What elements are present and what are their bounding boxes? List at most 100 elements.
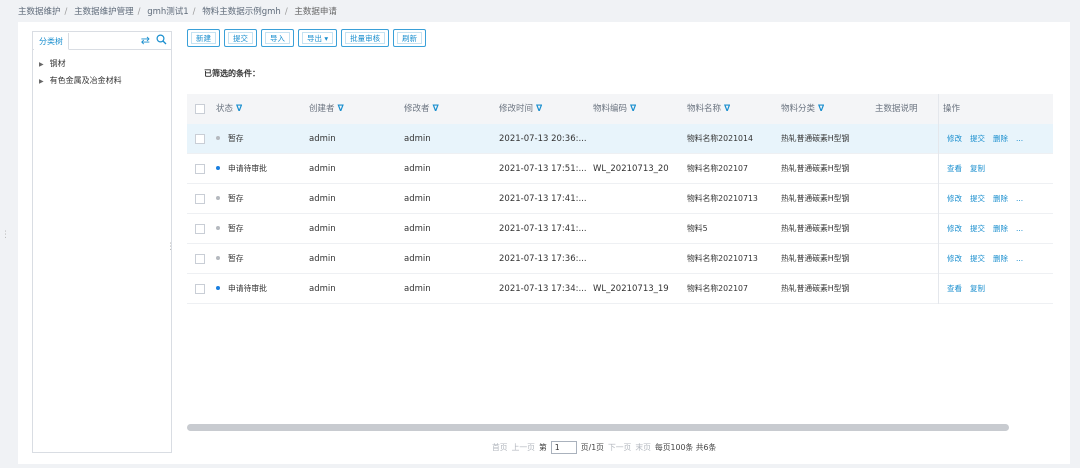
row-action-link[interactable]: 修改 — [947, 194, 962, 203]
caret-right-icon[interactable]: ▶ — [39, 61, 44, 68]
breadcrumb-item[interactable]: gmh测试1 — [147, 7, 188, 17]
row-checkbox[interactable] — [195, 254, 205, 264]
table-row[interactable]: 暂存 admin admin 2021-07-13 17:36:... 物料名称2021… — [187, 244, 1053, 274]
import-button-label: 导入 — [265, 32, 290, 44]
header-modifier[interactable]: 修改者 ∇ — [404, 94, 439, 124]
cell-status: 暂存 — [216, 244, 244, 274]
tree-tools: ⇄ — [141, 34, 167, 49]
new-button[interactable]: 新建 — [187, 29, 220, 47]
filter-icon[interactable]: ∇ — [338, 104, 344, 114]
cell-actions: 修改 提交 删除... — [947, 244, 1031, 274]
cell-creator: admin — [309, 164, 336, 174]
header-modified-time[interactable]: 修改时间 ∇ — [499, 94, 542, 124]
tree-node-nonferrous[interactable]: ▶ 有色金属及冶金材料 — [39, 75, 122, 86]
header-creator[interactable]: 创建者 ∇ — [309, 94, 344, 124]
row-action-link[interactable]: 查看 — [947, 284, 962, 293]
import-button[interactable]: 导入 — [261, 29, 294, 47]
table-row[interactable]: 暂存 admin admin 2021-07-13 17:41:... 物料5 热轧普通碳… — [187, 214, 1053, 244]
select-all-checkbox[interactable] — [195, 104, 205, 114]
cell-actions: 修改 提交 删除... — [947, 214, 1031, 244]
cell-actions: 修改 提交 删除... — [947, 184, 1031, 214]
prev-page-link[interactable]: 上一页 — [512, 442, 535, 453]
status-label: 暂存 — [228, 134, 244, 143]
horizontal-scrollbar[interactable] — [187, 424, 1009, 431]
swap-icon[interactable]: ⇄ — [141, 34, 150, 49]
filter-icon[interactable]: ∇ — [236, 104, 242, 114]
cell-actions: 查看 复制 — [947, 154, 993, 184]
table-row[interactable]: 申请待审批 admin admin 2021-07-13 17:34:... WL_20… — [187, 274, 1053, 304]
export-button[interactable]: 导出 ▾ — [298, 29, 338, 47]
row-action-link[interactable]: 修改 — [947, 254, 962, 263]
breadcrumb: 主数据维护 / 主数据维护管理 / gmh测试1/ 物料主数据示例gmh / 主数据申… — [18, 7, 337, 17]
tab-category-tree[interactable]: 分类树 — [34, 33, 69, 50]
breadcrumb-item[interactable]: 主数据维护管理 — [74, 7, 134, 17]
row-action-link[interactable]: ... — [1016, 134, 1023, 143]
table-row[interactable]: 暂存 admin admin 2021-07-13 17:41:... 物料名称2021… — [187, 184, 1053, 214]
row-action-link[interactable]: 提交 — [970, 134, 985, 143]
cell-actions: 查看 复制 — [947, 274, 993, 304]
cell-material-name: 物料名称202107 — [687, 164, 748, 173]
row-action-link[interactable]: 提交 — [970, 224, 985, 233]
submit-button[interactable]: 提交 — [224, 29, 257, 47]
header-label: 创建者 — [309, 104, 335, 114]
row-action-link[interactable]: 提交 — [970, 254, 985, 263]
resize-handle[interactable]: ⋮ — [166, 242, 175, 252]
breadcrumb-item[interactable]: 物料主数据示例gmh — [202, 7, 281, 17]
submit-button-label: 提交 — [228, 32, 253, 44]
row-action-link[interactable]: 删除 — [993, 194, 1008, 203]
row-action-link[interactable]: 删除 — [993, 224, 1008, 233]
cell-modified-time: 2021-07-13 20:36:... — [499, 134, 587, 144]
filter-icon[interactable]: ∇ — [536, 104, 542, 114]
page-suffix: 页/1页 — [580, 443, 604, 452]
filter-icon[interactable]: ∇ — [630, 104, 636, 114]
row-action-link[interactable]: 删除 — [993, 254, 1008, 263]
refresh-button[interactable]: 刷新 — [393, 29, 427, 47]
first-page-link[interactable]: 首页 — [492, 442, 508, 453]
page-number-input[interactable]: 1 — [550, 441, 577, 454]
row-checkbox[interactable] — [195, 224, 205, 234]
cell-creator: admin — [309, 254, 336, 264]
row-action-link[interactable]: 修改 — [947, 224, 962, 233]
row-action-link[interactable]: 复制 — [970, 164, 985, 173]
header-material-code[interactable]: 物料编码 ∇ — [593, 94, 636, 124]
last-page-link[interactable]: 末页 — [635, 442, 651, 453]
breadcrumb-item[interactable]: 主数据维护 — [18, 7, 61, 17]
row-action-link[interactable]: ... — [1016, 224, 1023, 233]
row-action-link[interactable]: 查看 — [947, 164, 962, 173]
header-status[interactable]: 状态 ∇ — [216, 94, 242, 124]
table-row[interactable]: 暂存 admin admin 2021-07-13 20:36:... 物料名称2021… — [187, 124, 1053, 154]
cell-material-name: 物料名称202107 — [687, 284, 748, 293]
row-action-link[interactable]: 复制 — [970, 284, 985, 293]
cell-status: 申请待审批 — [216, 154, 267, 184]
header-label: 修改时间 — [499, 104, 534, 114]
search-icon[interactable] — [156, 34, 167, 49]
main-panel: 分类树 ⇄ ▶ 钢材 ▶ 有色金属及冶金材料 ⋮ 新建 提交 导入 导出 ▾ 批量审… — [18, 22, 1070, 464]
status-dot-icon — [216, 226, 220, 230]
row-action-link[interactable]: ... — [1016, 194, 1023, 203]
header-label: 状态 — [216, 104, 234, 114]
row-action-link[interactable]: 提交 — [970, 194, 985, 203]
cell-material-category: 热轧普通碳素H型钢 — [781, 194, 850, 203]
filter-icon[interactable]: ∇ — [433, 104, 439, 114]
collapse-handle[interactable]: ⋮ — [1, 230, 10, 244]
batch-review-button[interactable]: 批量审核 — [341, 29, 390, 47]
row-checkbox[interactable] — [195, 284, 205, 294]
cell-modified-time: 2021-07-13 17:34:... — [499, 284, 587, 294]
filter-icon[interactable]: ∇ — [724, 104, 730, 114]
row-action-link[interactable]: 修改 — [947, 134, 962, 143]
tree-node-steel[interactable]: ▶ 钢材 — [39, 58, 66, 69]
breadcrumb-current: 主数据申请 — [294, 7, 337, 17]
table-row[interactable]: 申请待审批 admin admin 2021-07-13 17:51:... WL_20… — [187, 154, 1053, 184]
row-checkbox[interactable] — [195, 164, 205, 174]
caret-right-icon[interactable]: ▶ — [39, 78, 44, 85]
header-material-category[interactable]: 物料分类 ∇ — [781, 94, 824, 124]
row-action-link[interactable]: 删除 — [993, 134, 1008, 143]
status-dot-icon — [216, 136, 220, 140]
row-checkbox[interactable] — [195, 194, 205, 204]
next-page-link[interactable]: 下一页 — [608, 442, 631, 453]
row-checkbox[interactable] — [195, 134, 205, 144]
row-action-link[interactable]: ... — [1016, 254, 1023, 263]
filter-icon[interactable]: ∇ — [818, 104, 824, 114]
header-material-name[interactable]: 物料名称 ∇ — [687, 94, 730, 124]
header-description[interactable]: 主数据说明 — [875, 94, 937, 124]
